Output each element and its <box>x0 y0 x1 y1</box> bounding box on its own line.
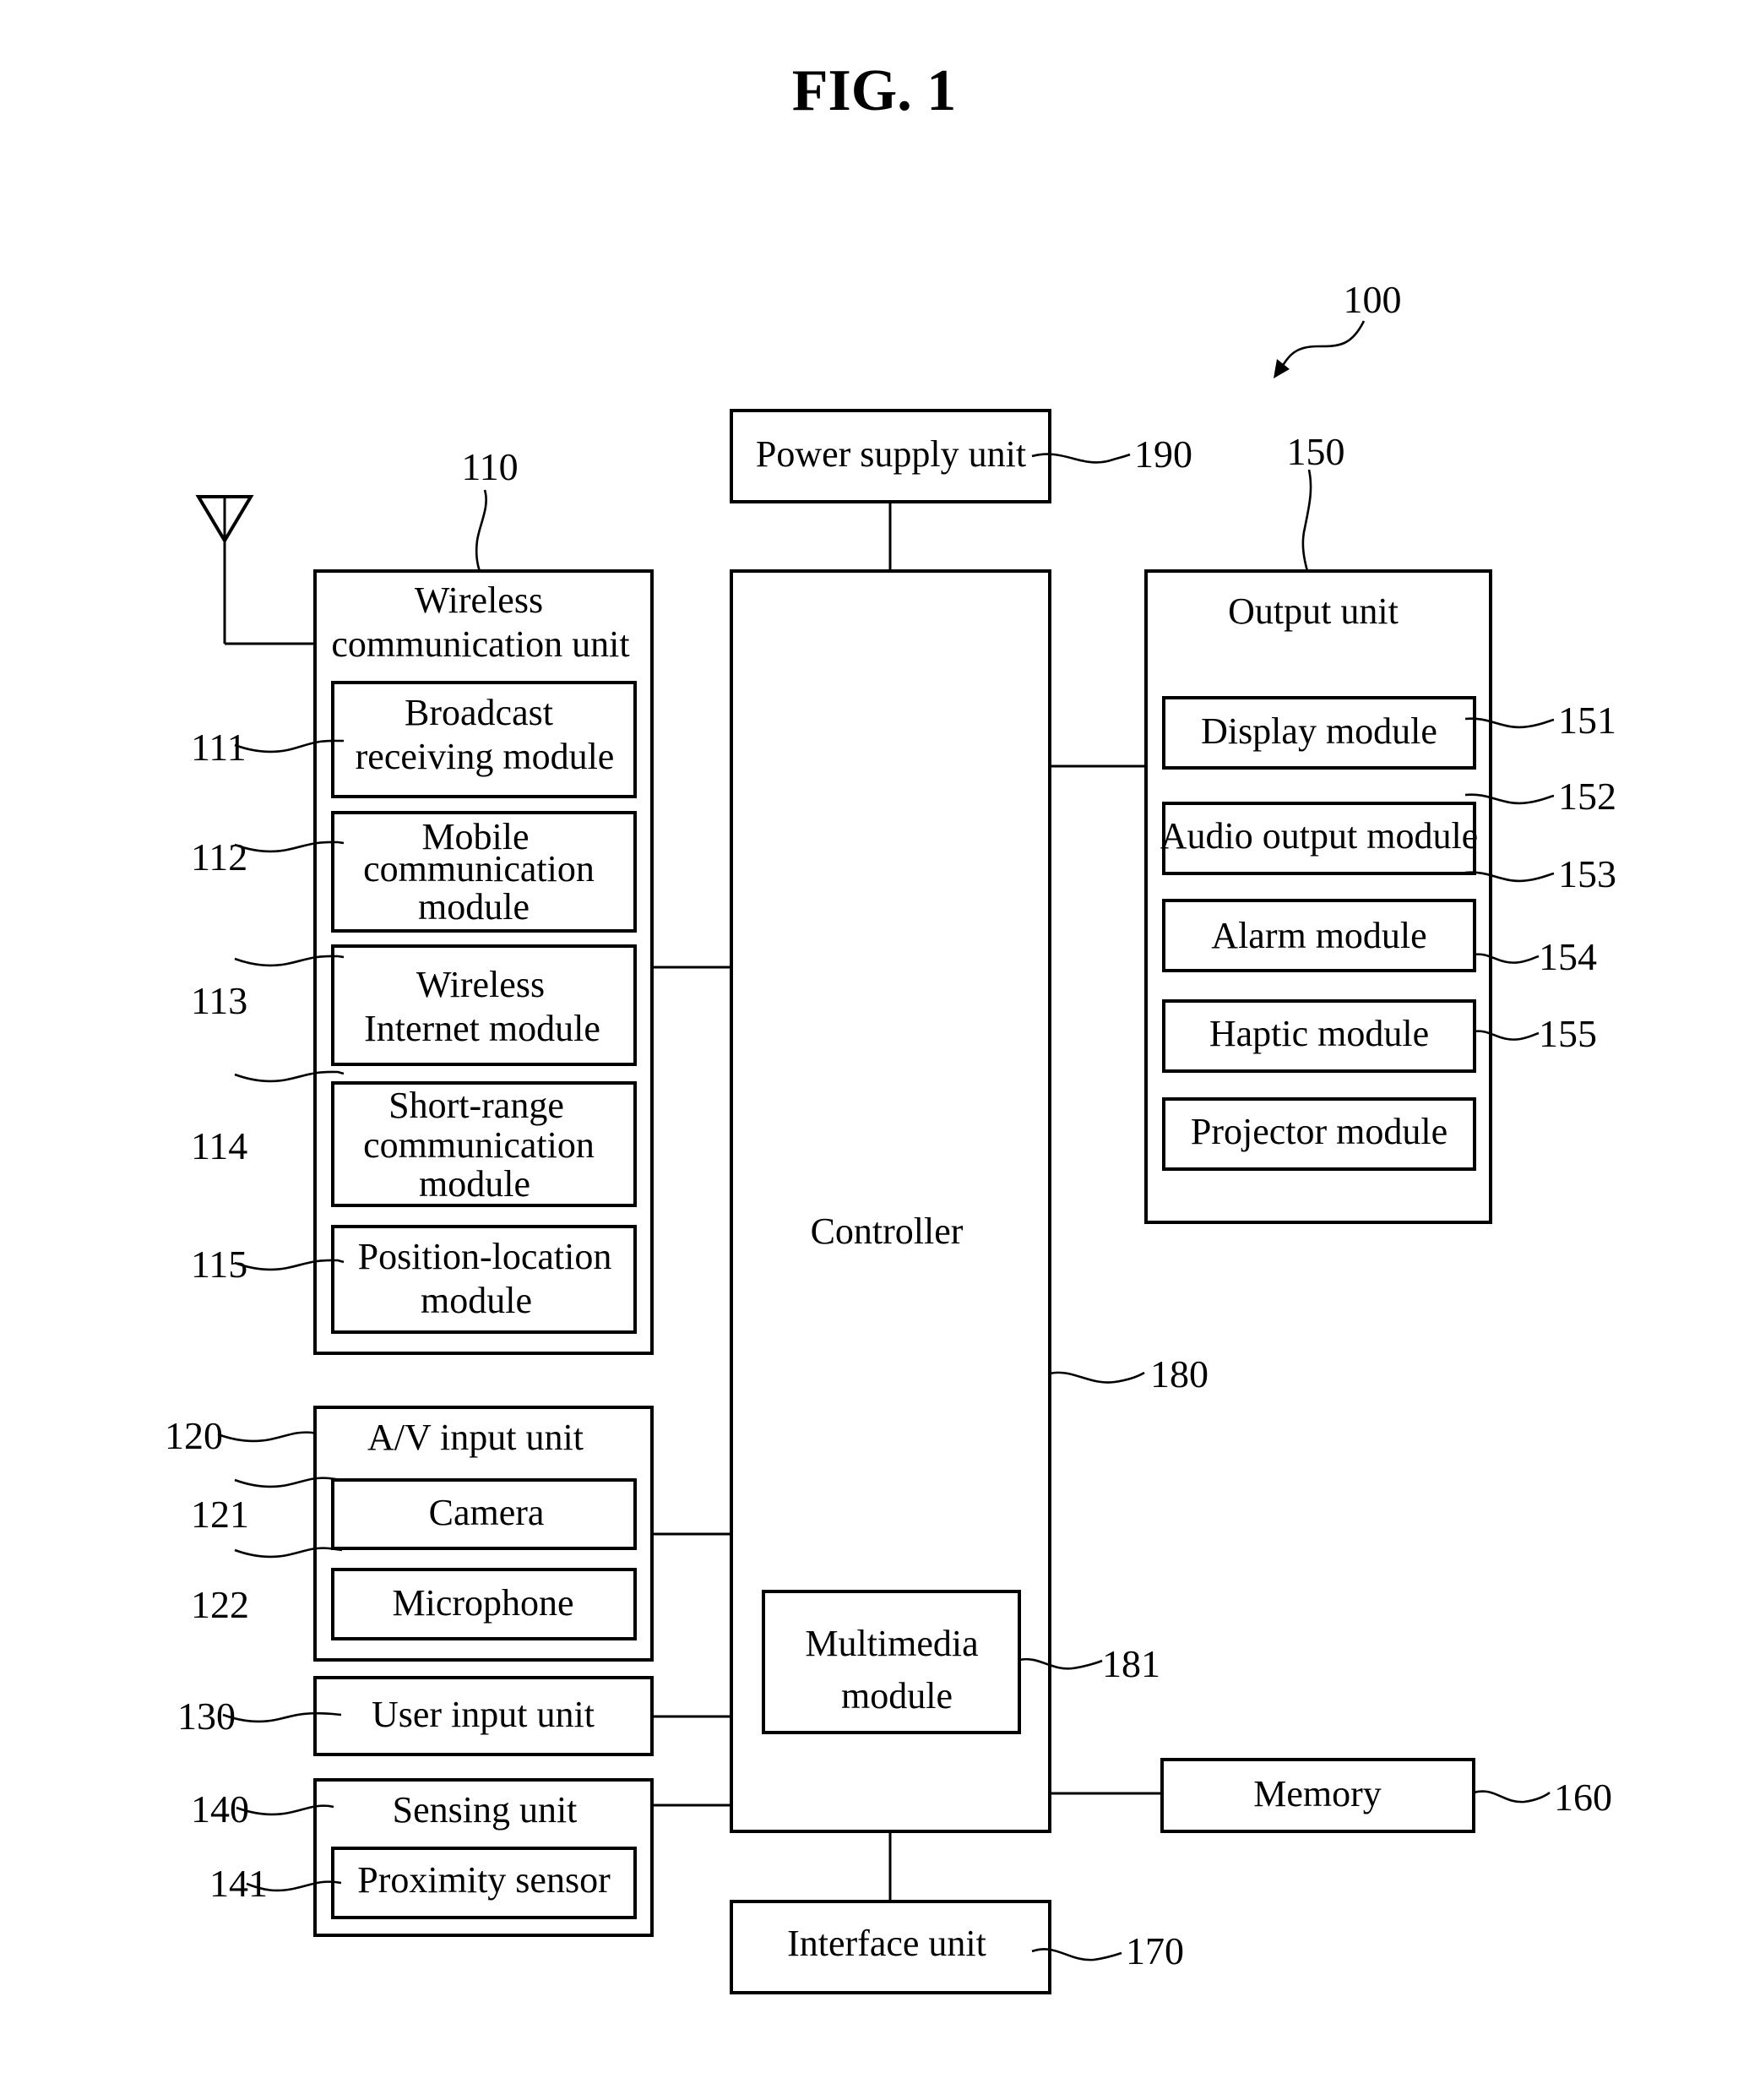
wireless-ref: 110 <box>461 445 518 488</box>
microphone-label: Microphone <box>392 1582 573 1624</box>
mobile-communication-module: Mobile communication module <box>331 811 637 933</box>
short-range-communication-module: Short-range communication module <box>331 1081 637 1207</box>
short-range-label-line-3: module <box>419 1163 530 1205</box>
audio-output-module: Audio output module <box>1160 802 1478 875</box>
interface-label: Interface unit <box>787 1923 986 1964</box>
wireless-label-line-1: Wireless <box>415 579 543 621</box>
mobile-ref: 112 <box>191 835 247 879</box>
output-ref: 150 <box>1287 430 1345 473</box>
memory: Memory <box>1160 1758 1475 1833</box>
camera-module: Camera <box>331 1478 637 1550</box>
projector-label: Projector module <box>1191 1111 1448 1152</box>
position-location-module: Position-location module <box>331 1225 637 1334</box>
av-input-leader <box>217 1431 316 1443</box>
camera-ref: 121 <box>191 1493 249 1536</box>
av-input-ref: 120 <box>165 1414 223 1457</box>
interface-unit: Interface unit <box>730 1900 1051 1994</box>
multimedia-module: Multimedia module <box>762 1590 1021 1734</box>
figure-title: FIG. 1 <box>792 58 956 123</box>
alarm-module: Alarm module <box>1162 899 1476 972</box>
device-ref-label: 100 <box>1344 278 1402 321</box>
user-input-label: User input unit <box>372 1694 595 1735</box>
controller-leader <box>1049 1371 1145 1384</box>
proximity-sensor-module: Proximity sensor <box>331 1847 637 1919</box>
display-ref: 151 <box>1558 699 1616 742</box>
memory-leader <box>1473 1790 1551 1803</box>
mobile-label-line-2: communication <box>363 848 595 890</box>
power-supply-ref: 190 <box>1134 433 1192 476</box>
microphone-ref: 122 <box>191 1583 249 1626</box>
broadcast-label-line-2: receiving module <box>356 736 615 777</box>
power-supply-label: Power supply unit <box>756 433 1026 475</box>
short-range-ref: 114 <box>191 1124 247 1167</box>
audio-output-ref: 152 <box>1558 775 1616 818</box>
camera-label: Camera <box>429 1492 545 1533</box>
alarm-label: Alarm module <box>1211 915 1426 956</box>
proximity-sensor-label: Proximity sensor <box>357 1859 611 1901</box>
broadcast-label-line-1: Broadcast <box>405 692 553 733</box>
wireless-leader <box>475 489 487 572</box>
device-ref-leader <box>1278 320 1366 373</box>
av-input-label: A/V input unit <box>367 1417 584 1458</box>
position-location-label-line-2: module <box>421 1280 532 1321</box>
output-label: Output unit <box>1228 590 1399 632</box>
display-module: Display module <box>1162 696 1476 770</box>
short-range-label-line-2: communication <box>363 1124 595 1166</box>
memory-ref: 160 <box>1554 1776 1612 1819</box>
projector-module: Projector module <box>1162 1097 1476 1171</box>
user-input-unit: User input unit <box>313 1676 654 1756</box>
haptic-ref: 154 <box>1539 935 1597 978</box>
position-location-label-line-1: Position-location <box>358 1236 612 1277</box>
alarm-ref: 153 <box>1558 852 1616 895</box>
proximity-sensor-ref: 141 <box>209 1862 268 1905</box>
haptic-label: Haptic module <box>1209 1013 1429 1054</box>
wireless-internet-label-line-2: Internet module <box>364 1008 600 1049</box>
multimedia-label-line-1: Multimedia <box>805 1623 978 1664</box>
mobile-label-line-3: module <box>418 886 530 928</box>
memory-label: Memory <box>1253 1773 1382 1814</box>
interface-ref: 170 <box>1126 1929 1184 1972</box>
broadcast-receiving-module: Broadcast receiving module <box>331 681 637 798</box>
sensing-label: Sensing unit <box>393 1789 578 1831</box>
multimedia-ref: 181 <box>1102 1642 1160 1685</box>
block-diagram: FIG. 1 100 Power supply unit 190 Control… <box>165 58 1616 1994</box>
controller-ref: 180 <box>1150 1352 1209 1395</box>
short-range-label-line-1: Short-range <box>388 1085 564 1126</box>
wireless-internet-module: Wireless Internet module <box>331 944 637 1066</box>
wireless-internet-label-line-1: Wireless <box>416 964 545 1005</box>
audio-output-label: Audio output module <box>1160 815 1478 857</box>
wireless-internet-ref: 113 <box>191 979 247 1022</box>
microphone-module: Microphone <box>331 1568 637 1640</box>
wireless-label-line-2: communication unit <box>331 623 629 665</box>
power-supply-unit: Power supply unit <box>730 409 1051 503</box>
controller-label: Controller <box>811 1210 964 1252</box>
display-label: Display module <box>1201 710 1437 752</box>
output-leader <box>1301 469 1312 572</box>
projector-ref: 155 <box>1539 1012 1597 1055</box>
device-ref-arrowhead <box>1274 359 1290 378</box>
antenna-icon <box>195 495 315 645</box>
multimedia-label-line-2: module <box>841 1675 953 1716</box>
haptic-module: Haptic module <box>1162 999 1476 1073</box>
